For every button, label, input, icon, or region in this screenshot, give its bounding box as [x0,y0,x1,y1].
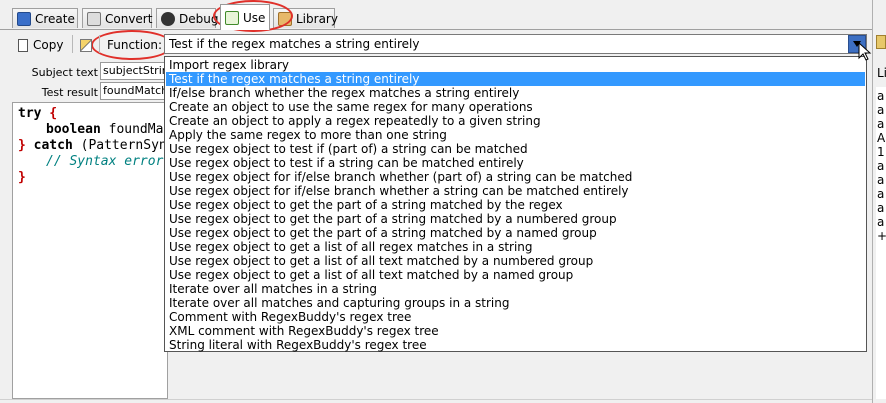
code-editor[interactable]: try { boolean foundMa } catch (PatternSy… [12,102,168,399]
copy-icon [18,38,28,52]
debug-icon [161,11,175,26]
tab-create[interactable]: Create [12,8,78,28]
dropdown-item[interactable]: Use regex object to get the part of a st… [166,198,865,212]
dropdown-item[interactable]: String literal with RegexBuddy's regex t… [166,338,865,352]
tab-use-label: Use [243,10,266,25]
code-line-1: try { [18,106,58,121]
dropdown-item[interactable]: Use regex object to get a list of all te… [166,268,865,282]
pencil-icon [80,38,92,52]
copy-label: Copy [33,38,64,52]
copy-button[interactable]: Copy [13,34,71,56]
function-select[interactable]: Test if the regex matches a string entir… [164,34,867,54]
tab-debug[interactable]: Debug [156,8,219,28]
right-panel-item[interactable]: a [877,103,884,117]
convert-icon [87,11,101,26]
function-dropdown-list[interactable]: Import regex library Test if the regex ma… [164,56,867,352]
right-panel-item[interactable]: + [877,229,886,243]
dropdown-item[interactable]: Use regex object to get the part of a st… [166,212,865,226]
dropdown-item[interactable]: Import regex library [166,58,865,72]
dropdown-item[interactable]: Create an object to use the same regex f… [166,100,865,114]
dropdown-item[interactable]: Use regex object for if/else branch whet… [166,170,865,184]
dropdown-item[interactable]: XML comment with RegexBuddy's regex tree [166,324,865,338]
dropdown-item[interactable]: Use regex object for if/else branch whet… [166,184,865,198]
dropdown-item[interactable]: If/else branch whether the regex matches… [166,86,865,100]
tab-convert-label: Convert [105,11,153,26]
right-panel-header: Li [877,66,886,80]
right-panel-button[interactable] [876,35,886,49]
dropdown-item[interactable]: Use regex object to get a list of all re… [166,240,865,254]
right-panel-list: a a a A 1 a a a a a + [876,87,886,399]
toolbar-separator [72,35,73,53]
tab-bar: Create Convert Debug Use Library [0,0,872,31]
tab-divider [0,29,872,30]
right-panel-item[interactable]: a [877,159,884,173]
right-panel-item[interactable]: a [877,117,884,131]
tab-library[interactable]: Library [273,8,338,28]
use-icon [225,10,239,25]
dropdown-item[interactable]: Create an object to apply a regex repeat… [166,114,865,128]
dropdown-item[interactable]: Apply the same regex to more than one st… [166,128,865,142]
dropdown-item[interactable]: Use regex object to test if (part of) a … [166,142,865,156]
right-panel-item[interactable]: a [877,187,884,201]
right-panel-item[interactable]: 1 [877,145,885,159]
edit-button[interactable] [75,34,97,56]
tab-debug-label: Debug [179,11,219,26]
subject-text-label: Subject text [31,66,98,79]
right-panel-item[interactable]: a [877,89,884,103]
right-panel-item[interactable]: a [877,215,884,229]
subject-text-field[interactable]: subjectString [100,62,168,80]
dropdown-item[interactable]: Comment with RegexBuddy's regex tree [166,310,865,324]
tab-create-label: Create [35,11,75,26]
dropdown-item[interactable]: Use regex object to test if a string can… [166,156,865,170]
cursor-icon [858,42,872,61]
dropdown-item[interactable]: Test if the regex matches a string entir… [166,72,865,86]
function-label: Function: [107,38,163,52]
create-icon [17,11,31,26]
code-line-5: } [18,170,26,185]
test-result-field[interactable]: foundMatch [100,82,168,100]
tab-library-label: Library [296,11,338,26]
code-line-3: } catch (PatternSyn [18,138,167,153]
bottom-divider [0,399,872,400]
dropdown-item[interactable]: Iterate over all matches in a string [166,282,865,296]
dropdown-item[interactable]: Use regex object to get the part of a st… [166,226,865,240]
code-line-2: boolean foundMa [46,122,164,137]
dropdown-item[interactable]: Iterate over all matches and capturing g… [166,296,865,310]
tab-convert[interactable]: Convert [82,8,152,28]
function-select-value: Test if the regex matches a string entir… [169,37,420,51]
tab-use[interactable]: Use [220,4,270,30]
library-icon [278,11,292,26]
right-panel-item[interactable]: a [877,173,884,187]
right-panel-item[interactable]: A [877,131,885,145]
dropdown-item[interactable]: Use regex object to get a list of all te… [166,254,865,268]
right-panel-item[interactable]: a [877,201,884,215]
test-result-label: Test result [41,86,98,99]
toolbar-separator-2 [99,35,100,53]
code-line-4: // Syntax error [46,154,164,169]
